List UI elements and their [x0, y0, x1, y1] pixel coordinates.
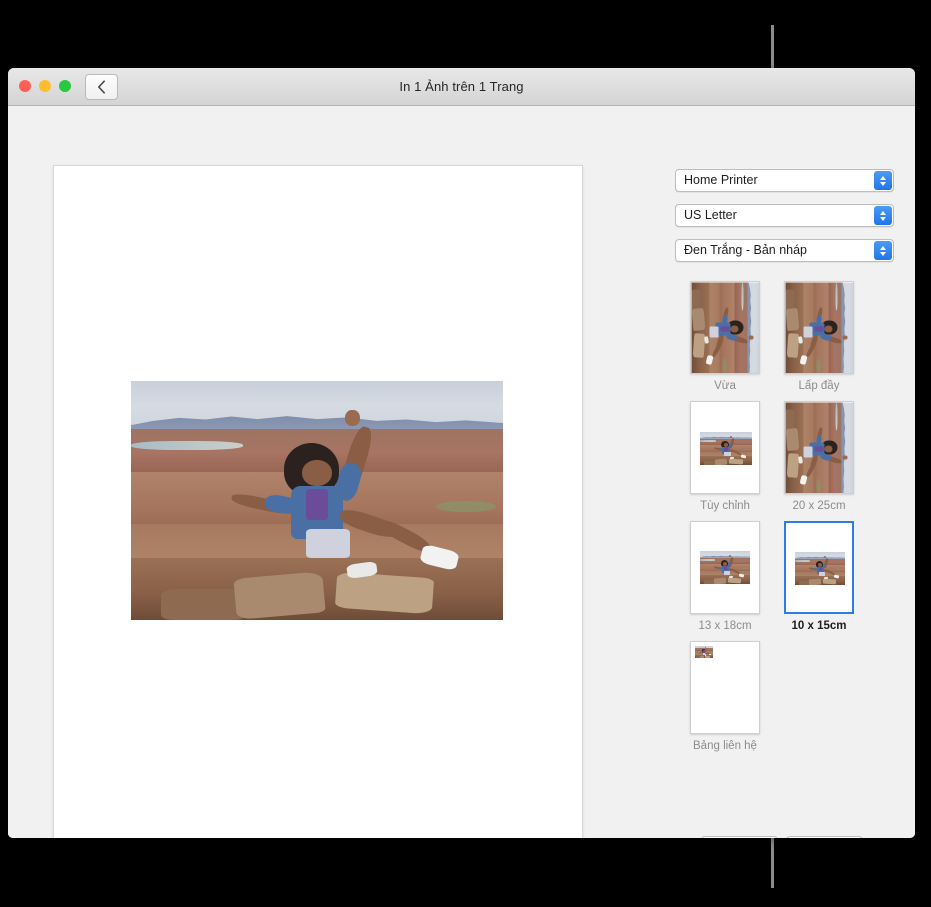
layout-option-2[interactable]: Tùy chỉnh: [690, 401, 760, 512]
stepper-updown-icon[interactable]: [874, 171, 892, 190]
layout-thumbnail[interactable]: [784, 401, 854, 494]
layout-thumbnail[interactable]: [690, 521, 760, 614]
layout-row: Vừa Lấp đầy: [690, 281, 890, 392]
layout-option-label: 10 x 15cm: [792, 620, 847, 632]
layout-row: Tùy chỉnh 20 x 25cm: [690, 401, 890, 512]
paper-size-select-value: US Letter: [684, 205, 867, 226]
cancel-button[interactable]: Hủy: [701, 836, 778, 838]
layout-thumbnail[interactable]: [784, 521, 854, 614]
quality-select-value: Đen Trắng - Bản nháp: [684, 240, 867, 261]
layout-thumbnail[interactable]: [690, 281, 760, 374]
quality-select[interactable]: Đen Trắng - Bản nháp: [675, 239, 894, 262]
layout-row: 13 x 18cm 10 x 15cm: [690, 521, 890, 632]
print-dialog-window: In 1 Ảnh trên 1 Trang: [8, 68, 915, 838]
layout-option-label: Vừa: [714, 380, 736, 392]
layout-option-6[interactable]: Bảng liên hệ: [690, 641, 760, 752]
printer-select-value: Home Printer: [684, 170, 867, 191]
layout-option-5[interactable]: 10 x 15cm: [784, 521, 854, 632]
layout-option-4[interactable]: 13 x 18cm: [690, 521, 760, 632]
print-preview-pane: [8, 106, 618, 838]
stepper-updown-icon[interactable]: [874, 241, 892, 260]
screenshot-stage: In 1 Ảnh trên 1 Trang: [0, 0, 931, 907]
dialog-body: Home Printer US Letter Đen Trắng - Bản n…: [8, 106, 915, 838]
layout-option-3[interactable]: 20 x 25cm: [784, 401, 854, 512]
print-options-panel: Home Printer US Letter Đen Trắng - Bản n…: [618, 106, 915, 838]
layout-thumbnail[interactable]: [690, 641, 760, 734]
preview-photo: [131, 381, 503, 620]
window-titlebar: In 1 Ảnh trên 1 Trang: [8, 68, 915, 106]
layout-row: Bảng liên hệ: [690, 641, 890, 752]
printer-select[interactable]: Home Printer: [675, 169, 894, 192]
layout-grid: Vừa Lấp đầy Tùy chỉnh 20 x 25cm 13 x 18cm 10 …: [690, 281, 890, 761]
layout-option-label: Bảng liên hệ: [693, 740, 757, 752]
paper-size-select[interactable]: US Letter: [675, 204, 894, 227]
layout-option-label: 13 x 18cm: [698, 620, 751, 632]
layout-option-0[interactable]: Vừa: [690, 281, 760, 392]
page-preview[interactable]: [53, 165, 583, 838]
layout-thumbnail[interactable]: [784, 281, 854, 374]
layout-thumbnail[interactable]: [690, 401, 760, 494]
layout-option-1[interactable]: Lấp đầy: [784, 281, 854, 392]
layout-option-label: Lấp đầy: [799, 380, 840, 392]
stepper-updown-icon[interactable]: [874, 206, 892, 225]
page-title: In 1 Ảnh trên 1 Trang: [8, 68, 915, 105]
layout-option-label: Tùy chỉnh: [700, 500, 750, 512]
print-button[interactable]: In: [786, 836, 863, 838]
layout-option-label: 20 x 25cm: [792, 500, 845, 512]
